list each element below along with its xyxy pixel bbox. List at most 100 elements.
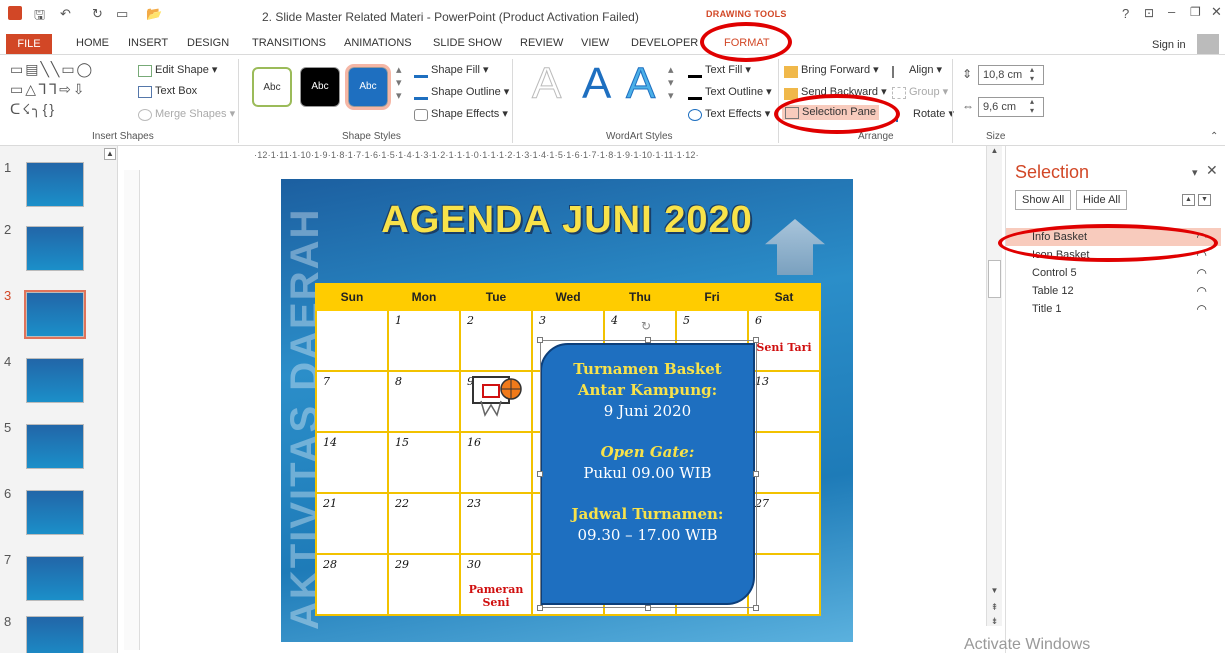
shape-width-field[interactable]: 9,6 cm — [978, 97, 1044, 117]
text-box-button[interactable]: Text Box — [138, 85, 197, 98]
merge-shapes-button[interactable]: Merge Shapes ▾ — [138, 107, 235, 121]
calendar-cell[interactable] — [315, 309, 389, 372]
show-all-button[interactable]: Show All — [1015, 190, 1072, 210]
sign-in-link[interactable]: Sign in — [1152, 39, 1186, 51]
slide-title[interactable]: AGENDA JUNI 2020 — [281, 199, 853, 242]
slide-thumbnail-1[interactable] — [26, 162, 84, 207]
wordart-style-2[interactable]: A — [582, 59, 611, 109]
close-icon[interactable]: ✕ — [1211, 4, 1222, 20]
selection-item[interactable]: Title 1 ◠ — [1006, 300, 1221, 318]
calendar-cell[interactable]: 16 — [459, 431, 533, 494]
shape-style-1[interactable]: Abc — [252, 67, 292, 107]
resize-handle[interactable] — [645, 337, 651, 343]
calendar-cell[interactable]: 22 — [387, 492, 461, 555]
resize-handle[interactable] — [645, 605, 651, 611]
calendar-cell[interactable]: 23 — [459, 492, 533, 555]
tab-file[interactable]: FILE — [6, 34, 52, 54]
slide-scrollbar[interactable]: ▲ ▼ ⇞ ⇟ — [986, 146, 1002, 626]
open-icon[interactable]: 📂 — [146, 6, 162, 22]
slide-thumbnail-6[interactable] — [26, 490, 84, 535]
shape-effects-button[interactable]: Shape Effects ▾ — [414, 107, 508, 121]
visibility-eye-icon[interactable]: ◠ — [1197, 282, 1207, 300]
shapes-gallery[interactable]: ▭▤╲╲▭◯ — [10, 61, 94, 78]
calendar-cell[interactable]: 7 — [315, 370, 389, 433]
resize-handle[interactable] — [753, 337, 759, 343]
shape-height-field[interactable]: 10,8 cm — [978, 65, 1044, 85]
calendar-cell[interactable]: 15 — [387, 431, 461, 494]
calendar-cell[interactable]: 1 — [387, 309, 461, 372]
resize-handle[interactable] — [537, 471, 543, 477]
calendar-cell[interactable]: 2 — [459, 309, 533, 372]
thumbnails-scroll-up[interactable]: ▲ — [104, 148, 116, 160]
text-effects-button[interactable]: Text Effects ▾ — [688, 107, 770, 121]
basketball-icon[interactable] — [471, 375, 523, 419]
rotate-handle-icon[interactable]: ↻ — [641, 319, 651, 333]
group-button[interactable]: Group ▾ — [892, 85, 948, 99]
rotate-button[interactable]: Rotate ▾ — [896, 107, 954, 122]
tab-insert[interactable]: INSERT — [128, 37, 168, 49]
edit-shape-button[interactable]: Edit Shape ▾ — [138, 63, 217, 77]
wordart-style-3[interactable]: A — [625, 59, 655, 109]
shapes-gallery-row2[interactable]: ▭△ᒣᒣ⇨⇩ — [10, 81, 87, 98]
scroll-up-icon[interactable]: ▲ — [988, 146, 1001, 158]
text-fill-button[interactable]: Text Fill ▾ — [688, 63, 751, 78]
slide-canvas[interactable]: AKTIVITAS DAERAH AGENDA JUNI 2020 Sun Mon… — [281, 179, 853, 642]
calendar-cell[interactable]: 30 Pameran Seni — [459, 553, 533, 616]
minimize-icon[interactable]: – — [1168, 4, 1175, 19]
hide-all-button[interactable]: Hide All — [1076, 190, 1128, 210]
calendar-cell[interactable]: 14 — [315, 431, 389, 494]
tab-developer[interactable]: DEVELOPER — [631, 37, 698, 49]
slide-thumbnail-5[interactable] — [26, 424, 84, 469]
collapse-ribbon-icon[interactable]: ⌃ — [1210, 131, 1218, 142]
resize-handle[interactable] — [753, 605, 759, 611]
tab-home[interactable]: HOME — [76, 37, 109, 49]
shape-outline-button[interactable]: Shape Outline ▾ — [414, 85, 509, 100]
slide-thumbnail-3[interactable] — [24, 290, 86, 339]
bring-forward-button[interactable]: Bring Forward ▾ — [784, 63, 879, 78]
send-backward-icon[interactable]: ▼ — [1198, 194, 1211, 206]
wordart-style-1[interactable]: A — [531, 59, 561, 109]
align-button[interactable]: Align ▾ — [892, 63, 942, 78]
resize-handle[interactable] — [753, 471, 759, 477]
visibility-eye-icon[interactable]: ◠ — [1197, 228, 1207, 246]
slide-thumbnail-7[interactable] — [26, 556, 84, 601]
slide-thumbnail-4[interactable] — [26, 358, 84, 403]
text-outline-button[interactable]: Text Outline ▾ — [688, 85, 772, 100]
shape-height-spinner[interactable]: ▴ ▾ — [1030, 65, 1034, 83]
selection-item[interactable]: Control 5 ◠ — [1006, 264, 1221, 282]
resize-handle[interactable] — [537, 605, 543, 611]
calendar-cell[interactable]: 27 — [747, 492, 821, 555]
slide-thumbnail-8[interactable] — [26, 616, 84, 653]
restore-icon[interactable]: ❐ — [1190, 5, 1201, 19]
visibility-eye-icon[interactable]: ◠ — [1197, 264, 1207, 282]
tab-slide-show[interactable]: SLIDE SHOW — [433, 37, 502, 49]
calendar-cell[interactable]: 28 — [315, 553, 389, 616]
ribbon-display-options-icon[interactable]: ⊡ — [1144, 6, 1154, 20]
slide-thumbnail-2[interactable] — [26, 226, 84, 271]
selection-item[interactable]: Info Basket ◠ — [1006, 228, 1221, 246]
slideshow-from-start-icon[interactable]: ▭ — [116, 6, 128, 22]
calendar-cell[interactable]: 8 — [387, 370, 461, 433]
shape-styles-scroll[interactable]: ▴ ▾ ▾ — [396, 63, 402, 102]
close-pane-icon[interactable]: ✕ — [1206, 162, 1218, 179]
shape-style-2[interactable]: Abc — [300, 67, 340, 107]
help-icon[interactable]: ? — [1122, 6, 1129, 21]
calendar-cell[interactable]: 13 — [747, 370, 821, 433]
calendar-cell[interactable] — [747, 431, 821, 494]
selection-item[interactable]: Table 12 ◠ — [1006, 282, 1221, 300]
tab-review[interactable]: REVIEW — [520, 37, 563, 49]
next-slide-icon[interactable]: ⇟ — [988, 616, 1001, 628]
calendar-cell[interactable]: 21 — [315, 492, 389, 555]
visibility-eye-icon[interactable]: ◠ — [1197, 246, 1207, 264]
tab-animations[interactable]: ANIMATIONS — [344, 37, 412, 49]
undo-icon[interactable]: ↶ — [60, 6, 71, 22]
shape-style-3[interactable]: Abc — [345, 64, 391, 110]
resize-handle[interactable] — [537, 337, 543, 343]
previous-slide-icon[interactable]: ⇞ — [988, 602, 1001, 614]
tab-transitions[interactable]: TRANSITIONS — [252, 37, 326, 49]
info-basket-shape[interactable]: Turnamen Basket Antar Kampung: 9 Juni 20… — [540, 343, 755, 605]
tab-format[interactable]: FORMAT — [724, 37, 770, 49]
send-backward-button[interactable]: Send Backward ▾ — [784, 85, 887, 100]
calendar-cell[interactable]: 29 — [387, 553, 461, 616]
shapes-gallery-row3[interactable]: ᑕ☇╮{} — [10, 101, 56, 118]
